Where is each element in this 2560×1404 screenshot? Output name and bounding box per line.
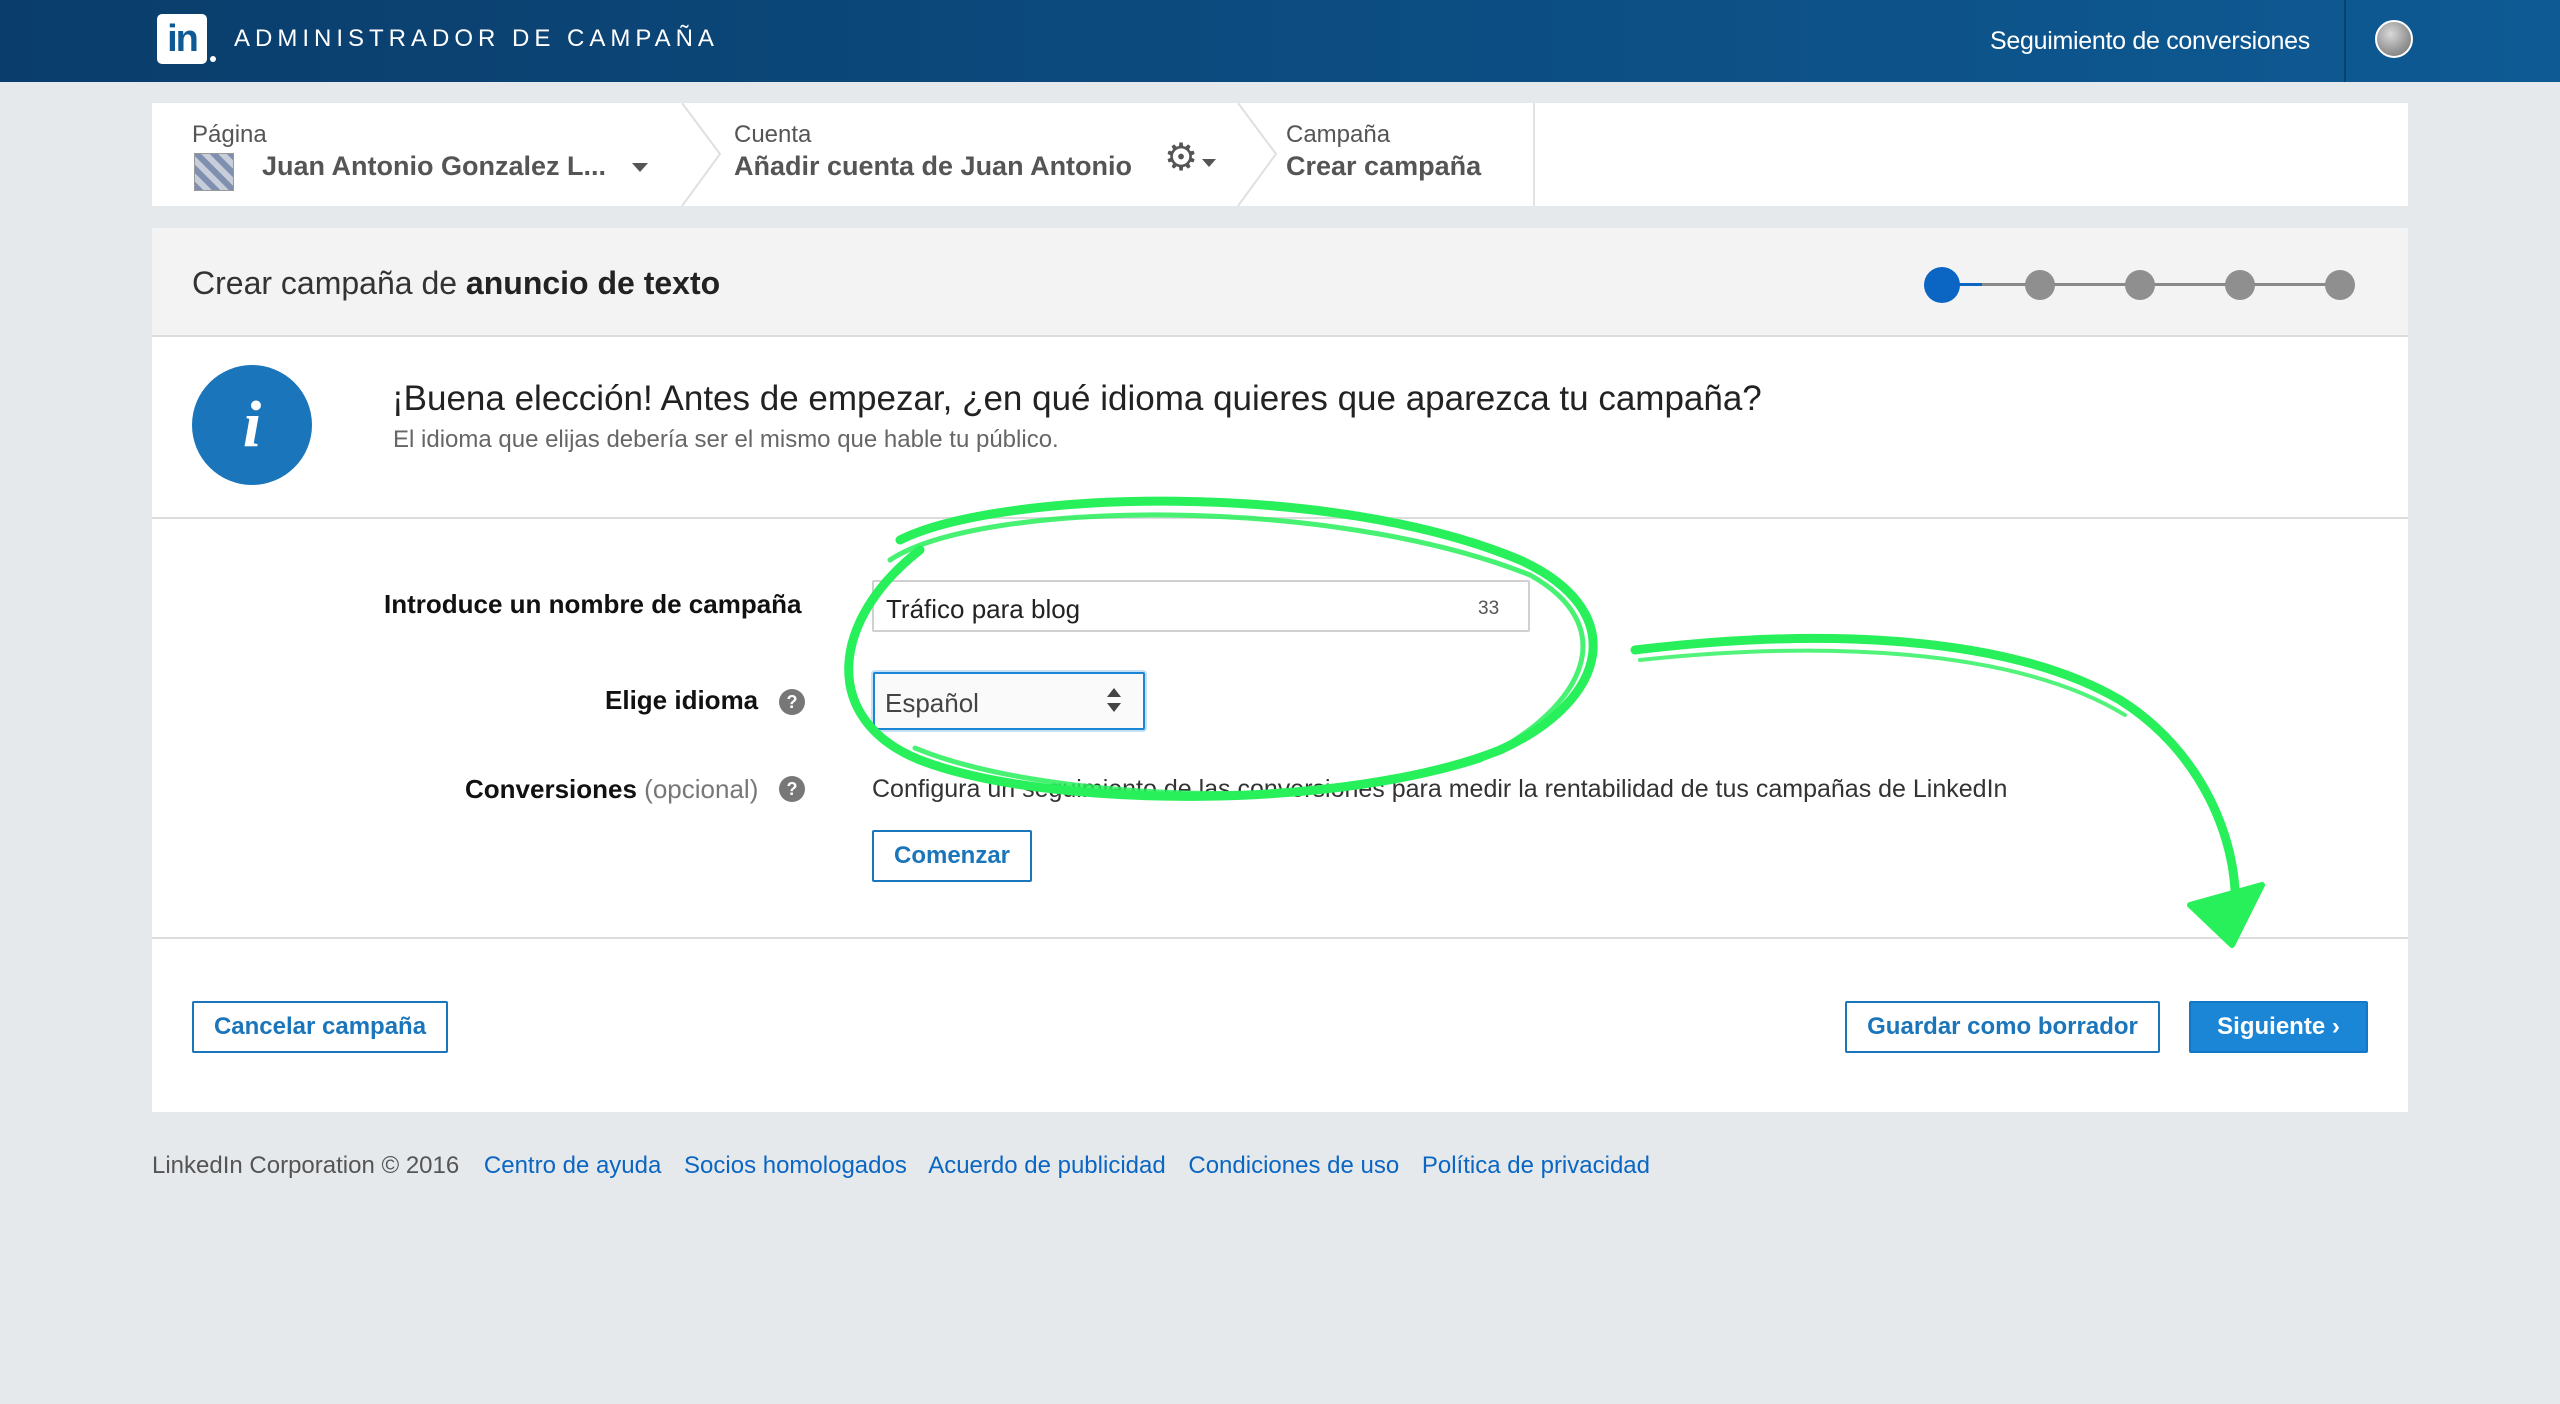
app-title: ADMINISTRADOR DE CAMPAÑA: [234, 25, 719, 52]
gear-chevron-down-icon[interactable]: [1202, 159, 1216, 167]
cancel-campaign-button[interactable]: Cancelar campaña: [192, 1001, 448, 1053]
user-avatar[interactable]: [2375, 20, 2413, 58]
page-title: Crear campaña de anuncio de texto: [192, 265, 720, 302]
breadcrumb-account-label: Cuenta: [734, 121, 812, 148]
create-campaign-panel: Crear campaña de anuncio de texto i ¡Bue…: [152, 228, 2408, 1112]
info-icon: i: [192, 365, 312, 485]
breadcrumb-page[interactable]: Página Juan Antonio Gonzalez L...: [152, 103, 682, 206]
conversions-optional-text: (opcional): [636, 774, 759, 804]
conversions-label: Conversiones (opcional): [465, 774, 758, 805]
breadcrumb-campaign: Campaña Crear campaña: [1282, 103, 1532, 206]
language-help-icon[interactable]: ?: [779, 689, 805, 715]
char-counter: 33: [1478, 598, 1500, 619]
footer-link-terms[interactable]: Condiciones de uso: [1188, 1152, 1399, 1179]
logo-dot: [210, 56, 216, 62]
footer-link-privacy[interactable]: Política de privacidad: [1422, 1152, 1650, 1179]
save-draft-button[interactable]: Guardar como borrador: [1845, 1001, 2160, 1053]
info-subtitle: El idioma que elijas debería ser el mism…: [393, 426, 1059, 453]
language-label: Elige idioma: [605, 685, 759, 715]
conversions-tracking-link[interactable]: Seguimiento de conversiones: [1980, 27, 2320, 56]
logo-text: in: [167, 17, 199, 60]
step-5-dot: [2325, 270, 2355, 300]
actions-divider: [152, 937, 2408, 939]
topbar-divider: [2344, 0, 2346, 82]
footer-link-partners[interactable]: Socios homologados: [684, 1152, 907, 1179]
conversions-label-text: Conversiones: [465, 774, 637, 804]
top-navigation-bar: in ADMINISTRADOR DE CAMPAÑA Seguimiento …: [0, 0, 2560, 82]
step-progress: [1924, 267, 2364, 303]
linkedin-logo[interactable]: in: [157, 14, 216, 64]
campaign-name-label: Introduce un nombre de campaña: [384, 589, 802, 619]
breadcrumb-account-value: Añadir cuenta de Juan Antonio: [734, 151, 1133, 181]
breadcrumb-account[interactable]: Cuenta Añadir cuenta de Juan Antonio: [724, 103, 1284, 206]
footer-link-help[interactable]: Centro de ayuda: [484, 1152, 661, 1179]
title-campaign-type: anuncio de texto: [465, 265, 721, 301]
conversions-help-icon[interactable]: ?: [779, 776, 805, 802]
step-1-dot: [1924, 267, 1960, 303]
breadcrumb-campaign-label: Campaña: [1286, 121, 1391, 148]
title-prefix: Crear campaña de: [192, 265, 466, 301]
breadcrumb-page-value: Juan Antonio Gonzalez L...: [262, 151, 606, 181]
chevron-down-icon[interactable]: [632, 163, 648, 172]
step-2-dot: [2025, 270, 2055, 300]
breadcrumb-separator: [1237, 103, 1278, 206]
footer-link-ad-agreement[interactable]: Acuerdo de publicidad: [928, 1152, 1166, 1179]
info-title: ¡Buena elección! Antes de empezar, ¿en q…: [392, 379, 1762, 418]
breadcrumb-campaign-value: Crear campaña: [1286, 151, 1482, 181]
gear-icon[interactable]: ⚙: [1164, 139, 1198, 177]
breadcrumb: Página Juan Antonio Gonzalez L... Cuenta…: [152, 103, 2408, 206]
step-4-dot: [2225, 270, 2255, 300]
start-conversions-button[interactable]: Comenzar: [872, 830, 1032, 882]
campaign-name-input[interactable]: Tráfico para blog: [872, 580, 1530, 632]
select-arrows-icon: [1107, 686, 1123, 716]
copyright: LinkedIn Corporation © 2016: [152, 1152, 460, 1179]
panel-header: Crear campaña de anuncio de texto: [152, 228, 2408, 337]
info-message: i ¡Buena elección! Antes de empezar, ¿en…: [152, 337, 2408, 519]
conversions-description: Configura un seguimiento de las conversi…: [872, 775, 2008, 803]
next-button[interactable]: Siguiente ›: [2189, 1001, 2368, 1053]
breadcrumb-end-divider: [1533, 103, 1535, 206]
breadcrumb-page-label: Página: [192, 121, 267, 148]
page-footer: LinkedIn Corporation © 2016 Centro de ay…: [152, 1152, 1666, 1180]
step-3-dot: [2125, 270, 2155, 300]
language-select[interactable]: Español: [873, 672, 1145, 730]
breadcrumb-separator: [681, 103, 722, 206]
page-thumbnail: [194, 153, 234, 191]
